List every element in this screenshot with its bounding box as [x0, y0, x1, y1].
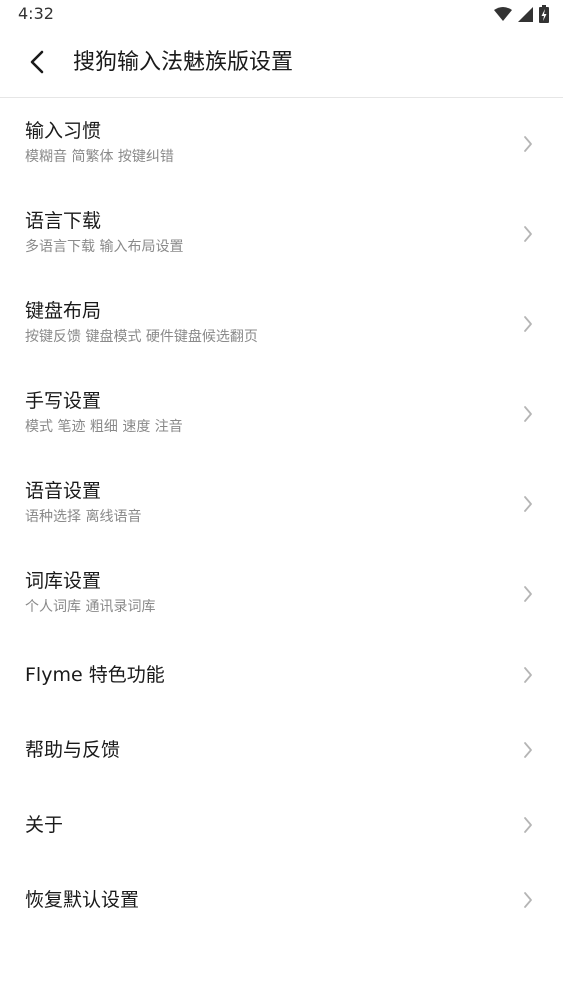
settings-item-title: Flyme 特色功能: [25, 664, 165, 686]
cellular-signal-icon: [518, 6, 533, 22]
settings-item-title: 恢复默认设置: [25, 889, 140, 911]
settings-item-title: 帮助与反馈: [25, 739, 121, 761]
back-button[interactable]: [22, 48, 52, 80]
settings-item-subtitle: 多语言下载 输入布局设置: [25, 239, 184, 255]
settings-item-title: 关于: [25, 814, 64, 836]
settings-item-subtitle: 按键反馈 键盘模式 硬件键盘候选翻页: [25, 329, 258, 345]
chevron-right-icon: [524, 742, 532, 758]
chevron-right-icon: [524, 316, 532, 332]
settings-item-input-habits[interactable]: 输入习惯 模糊音 简繁体 按键纠错: [0, 98, 563, 188]
settings-item-title: 手写设置: [25, 390, 102, 412]
settings-item-voice[interactable]: 语音设置 语种选择 离线语音: [0, 458, 563, 548]
chevron-right-icon: [524, 406, 532, 422]
settings-item-restore-defaults[interactable]: 恢复默认设置: [0, 863, 563, 938]
chevron-left-icon: [30, 50, 44, 78]
settings-item-keyboard-layout[interactable]: 键盘布局 按键反馈 键盘模式 硬件键盘候选翻页: [0, 278, 563, 368]
chevron-right-icon: [524, 226, 532, 242]
status-time: 4:32: [18, 4, 54, 23]
settings-item-handwriting[interactable]: 手写设置 模式 笔迹 粗细 速度 注音: [0, 368, 563, 458]
chevron-right-icon: [524, 892, 532, 908]
battery-charging-icon: [539, 5, 549, 23]
settings-item-title: 词库设置: [25, 570, 102, 592]
wifi-icon: [494, 7, 512, 21]
settings-item-title: 键盘布局: [25, 300, 102, 322]
settings-item-subtitle: 语种选择 离线语音: [25, 509, 142, 525]
settings-item-dictionary[interactable]: 词库设置 个人词库 通讯录词库: [0, 548, 563, 638]
settings-item-language-download[interactable]: 语言下载 多语言下载 输入布局设置: [0, 188, 563, 278]
chevron-right-icon: [524, 667, 532, 683]
settings-item-help-feedback[interactable]: 帮助与反馈: [0, 713, 563, 788]
app-bar: 搜狗输入法魅族版设置: [0, 34, 563, 94]
settings-item-title: 语言下载: [25, 210, 102, 232]
settings-item-title: 输入习惯: [25, 120, 102, 142]
settings-item-subtitle: 模式 笔迹 粗细 速度 注音: [25, 419, 183, 435]
settings-item-title: 语音设置: [25, 480, 102, 502]
chevron-right-icon: [524, 817, 532, 833]
chevron-right-icon: [524, 586, 532, 602]
settings-item-subtitle: 模糊音 简繁体 按键纠错: [25, 149, 174, 165]
settings-item-flyme-features[interactable]: Flyme 特色功能: [0, 638, 563, 713]
status-bar: 4:32: [0, 0, 563, 28]
page-title: 搜狗输入法魅族版设置: [73, 50, 294, 75]
settings-item-about[interactable]: 关于: [0, 788, 563, 863]
status-icons: [494, 5, 549, 23]
settings-list: 输入习惯 模糊音 简繁体 按键纠错 语言下载 多语言下载 输入布局设置 键盘布局…: [0, 98, 563, 938]
settings-item-subtitle: 个人词库 通讯录词库: [25, 599, 156, 615]
chevron-right-icon: [524, 496, 532, 512]
chevron-right-icon: [524, 136, 532, 152]
